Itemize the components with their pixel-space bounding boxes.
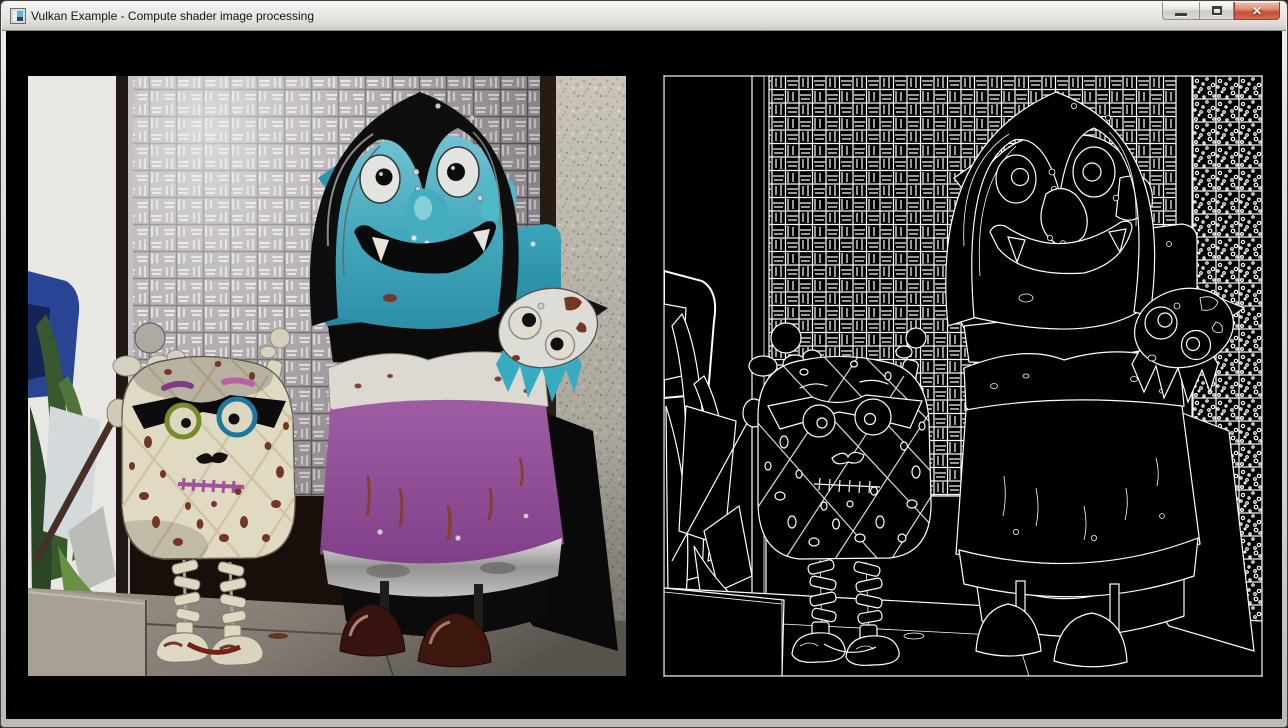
app-icon	[10, 8, 26, 24]
titlebar[interactable]: Vulkan Example - Compute shader image pr…	[2, 2, 1286, 31]
screenshot-stage: Vulkan Example - Compute shader image pr…	[0, 0, 1288, 728]
window-title: Vulkan Example - Compute shader image pr…	[31, 2, 314, 30]
maximize-icon	[1212, 6, 1222, 15]
minimize-icon	[1175, 13, 1187, 16]
edge-clone-host	[664, 76, 1262, 676]
maximize-button[interactable]	[1199, 2, 1234, 20]
close-icon: ✕	[1252, 3, 1262, 19]
window-controls: ✕	[1162, 2, 1280, 20]
app-window: Vulkan Example - Compute shader image pr…	[0, 0, 1288, 728]
close-button[interactable]: ✕	[1234, 2, 1280, 20]
minimize-button[interactable]	[1162, 2, 1199, 20]
processed-image	[664, 76, 1262, 676]
original-image	[28, 76, 626, 676]
vulkan-render-area	[6, 31, 1282, 719]
